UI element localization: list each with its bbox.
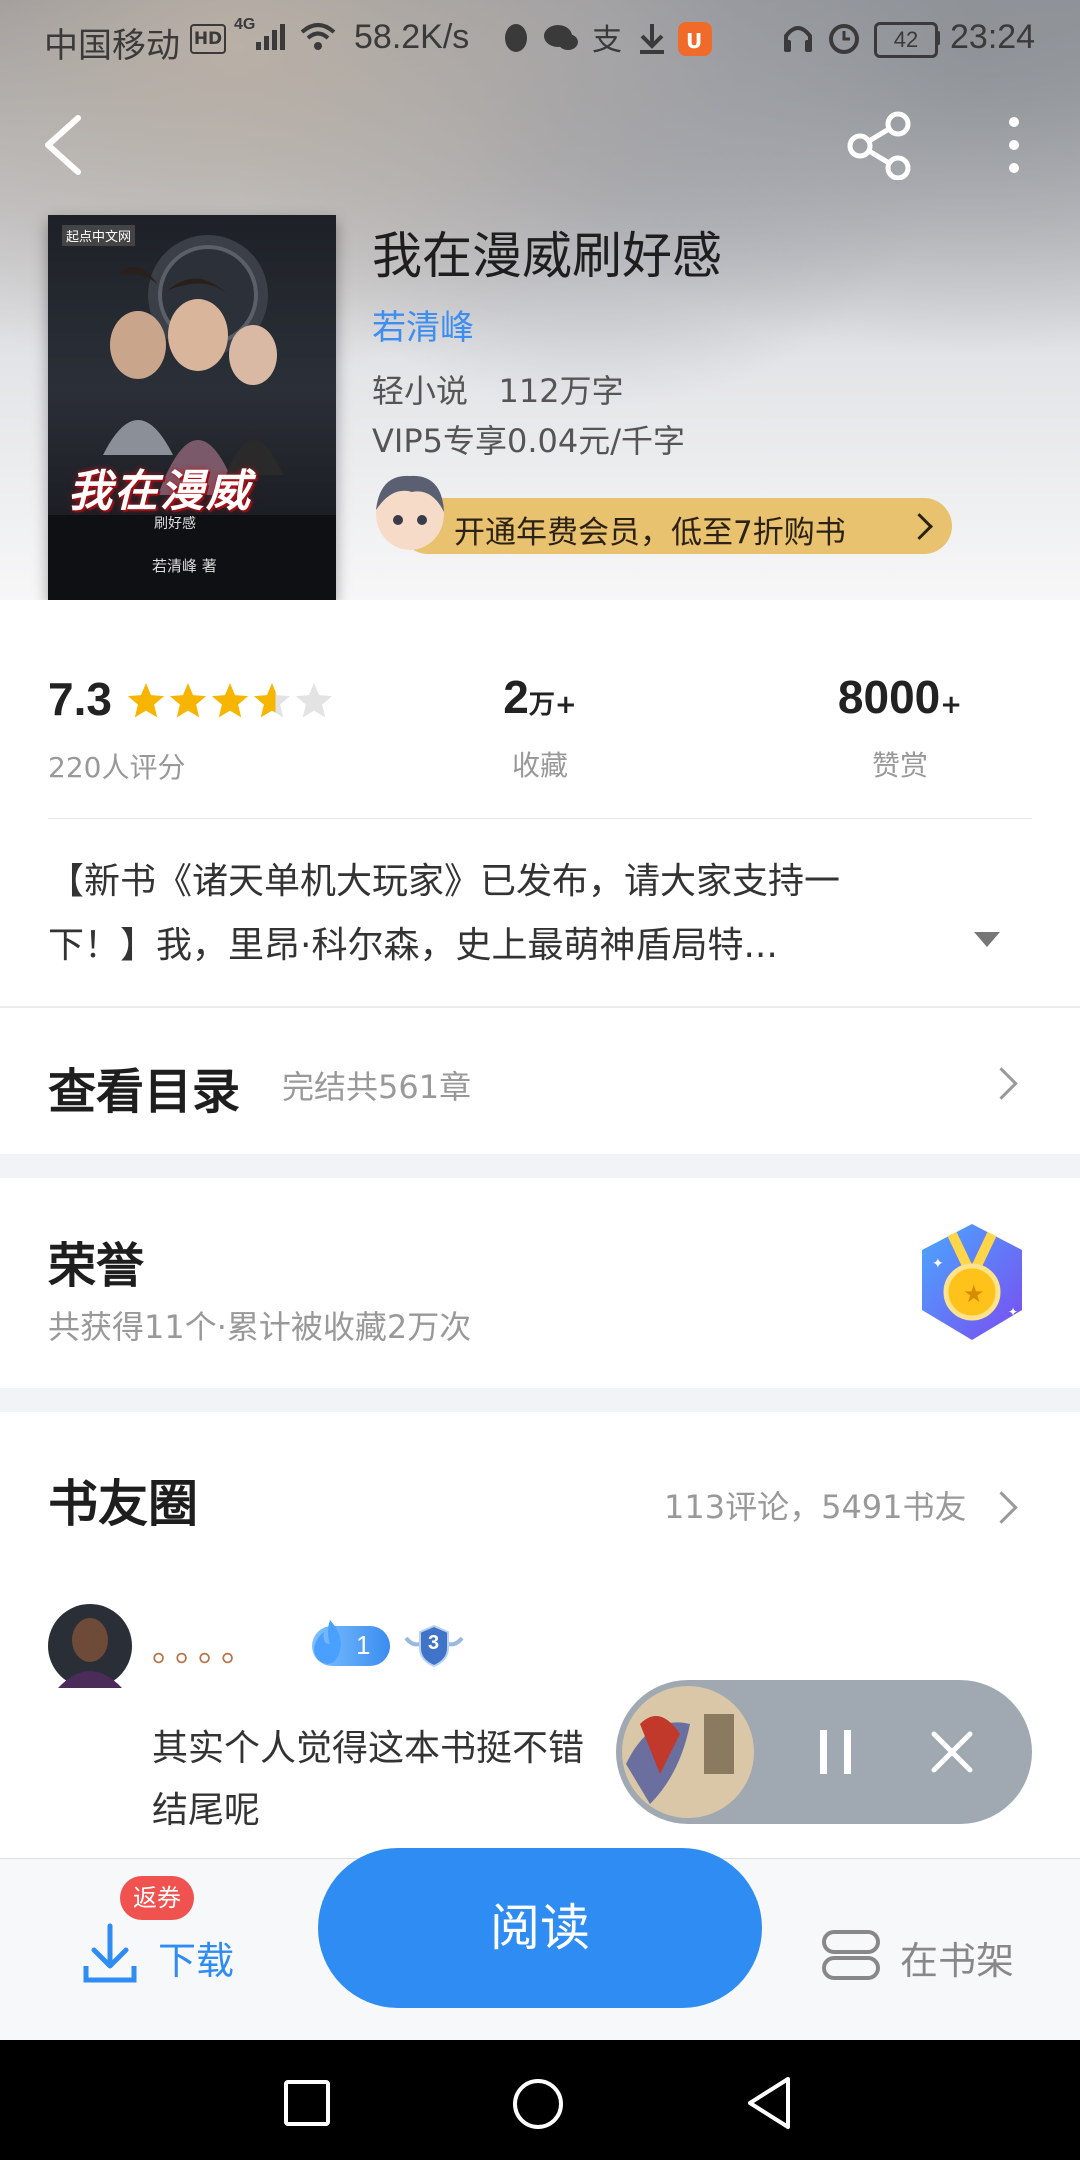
- svg-text:U: U: [686, 29, 702, 53]
- book-header: 中国移动 HD 4G 58.2K/s 支 U 42 23:24 起点中文网 我在…: [0, 0, 1080, 600]
- star-icon: [169, 683, 207, 718]
- status-right-icons: [784, 24, 859, 54]
- wechat-icon: [544, 25, 578, 50]
- catalog-row[interactable]: 查看目录 完结共561章: [0, 1008, 1080, 1154]
- description-line-2: 下！】我，里昂·科尔森，史上最萌神盾局特...: [48, 925, 778, 966]
- download-label: 下载: [158, 1939, 235, 1983]
- system-navigation-bar: [0, 2040, 1080, 2160]
- catalog-info: 完结共561章: [282, 1068, 472, 1106]
- favorites-number: 2: [503, 671, 529, 723]
- bookshelf-icon: [822, 1930, 880, 1980]
- star-icon: [211, 683, 249, 718]
- read-label: 阅读: [490, 1899, 590, 1957]
- honor-info: 共获得11个·累计被收藏2万次: [48, 1308, 472, 1346]
- circle-title: 书友圈: [48, 1474, 198, 1533]
- svg-text:★: ★: [963, 1280, 985, 1308]
- coupon-badge: 返券: [120, 1876, 194, 1920]
- chevron-right-icon: [985, 1067, 1018, 1100]
- rewards-label: 赞赏: [871, 749, 928, 782]
- svg-text:✦: ✦: [1008, 1305, 1018, 1319]
- carrier-label: 中国移动: [44, 27, 180, 65]
- cover-subtitle: 刷好感: [154, 516, 196, 532]
- book-meta: 轻小说 112万字: [372, 372, 624, 410]
- back-arrow-icon[interactable]: [36, 110, 92, 180]
- comment-username[interactable]: 。。。。: [152, 1622, 261, 1671]
- chevron-right-icon[interactable]: [985, 1491, 1018, 1524]
- download-icon: [83, 1923, 137, 1983]
- rating-score: 7.3: [48, 673, 112, 725]
- favorites-stat: 2万+: [440, 670, 640, 724]
- more-vertical-icon[interactable]: [996, 110, 1032, 180]
- pause-icon[interactable]: [812, 1726, 860, 1778]
- badge-level: 3: [428, 1632, 440, 1654]
- honor-title: 荣誉: [48, 1238, 145, 1294]
- player-cover-thumbnail[interactable]: [620, 1684, 756, 1820]
- rewards-number: 8000: [837, 671, 941, 723]
- recents-icon[interactable]: [282, 2078, 332, 2128]
- rewards-stat: 8000+: [800, 670, 1000, 724]
- star-icon: [253, 683, 291, 718]
- catalog-title: 查看目录: [48, 1064, 241, 1120]
- bookshelf-button[interactable]: 在书架: [820, 1920, 1050, 2000]
- network-type: 4G: [234, 16, 256, 33]
- favorites-unit: 万+: [528, 690, 577, 720]
- download-button[interactable]: 下载: [82, 1920, 262, 2000]
- star-icon: [295, 683, 333, 718]
- audio-mini-player[interactable]: [616, 1680, 1032, 1824]
- favorites-label: 收藏: [511, 749, 568, 782]
- promo-chevron-icon: [906, 513, 933, 540]
- back-nav-icon[interactable]: [744, 2074, 796, 2132]
- honor-section[interactable]: 荣誉 共获得11个·累计被收藏2万次 ★ ✦ ✦: [0, 1178, 1080, 1388]
- medal-icon: ★ ✦ ✦: [922, 1224, 1022, 1340]
- author-link[interactable]: 若清峰: [372, 300, 474, 349]
- share-icon[interactable]: [846, 110, 918, 180]
- headset-icon: [784, 26, 812, 52]
- description-line-1: 【新书《诸天单机大玩家》已发布，请大家支持一: [48, 861, 841, 902]
- cover-author: 若清峰 著: [152, 557, 217, 575]
- notification-icons: 支 U: [505, 22, 712, 56]
- book-title: 我在漫威刷好感: [372, 227, 722, 285]
- divider: [48, 818, 1032, 819]
- vip-promo-banner[interactable]: 开通年费会员，低至7折购书: [400, 498, 952, 554]
- cover-illustration: [48, 235, 336, 600]
- rating-count: 220人评分: [48, 751, 186, 784]
- clock: 23:24: [950, 18, 1036, 56]
- rewards-unit: +: [940, 690, 963, 720]
- alipay-icon: 支: [592, 23, 622, 56]
- user-avatar[interactable]: [48, 1604, 132, 1688]
- vip-price: VIP5专享0.04元/千字: [372, 422, 686, 460]
- circle-summary[interactable]: 113评论，5491书友: [664, 1482, 967, 1528]
- stats-section: 7.3 220人评分 2万+ 收藏 8000+ 赞赏 【新书《诸天单机大玩家》已…: [0, 600, 1080, 1008]
- flame-icon: [314, 1620, 341, 1664]
- qq-icon: [505, 24, 527, 52]
- battery-icon: 42: [874, 22, 938, 58]
- bookshelf-label: 在书架: [900, 1939, 1015, 1983]
- svg-text:支: 支: [592, 23, 622, 56]
- star-icon: [127, 683, 165, 718]
- cover-title: 我在漫威: [68, 466, 252, 517]
- battery-tip: [935, 31, 940, 45]
- uc-browser-icon: U: [678, 22, 712, 56]
- rating-stars: [127, 683, 333, 718]
- alarm-icon: [829, 24, 859, 54]
- download-status-icon: [640, 24, 664, 54]
- vip-promo-text: 开通年费会员，低至7折购书: [454, 515, 846, 551]
- svg-text:✦: ✦: [932, 1256, 944, 1272]
- network-speed: 58.2K/s: [354, 18, 470, 56]
- book-description[interactable]: 【新书《诸天单机大玩家》已发布，请大家支持一 下！】我，里昂·科尔森，史上最萌神…: [48, 850, 1048, 978]
- fan-level-badge: 1: [312, 1620, 390, 1666]
- hd-icon: HD: [190, 24, 226, 54]
- fan-level: 1: [356, 1630, 371, 1660]
- book-cover[interactable]: 起点中文网 我在漫威 刷好感 若清峰 著: [48, 215, 336, 600]
- read-button[interactable]: 阅读: [318, 1848, 762, 2008]
- expand-down-icon[interactable]: [972, 930, 1002, 950]
- wifi-icon: [300, 23, 336, 50]
- home-icon[interactable]: [510, 2076, 566, 2132]
- mascot-avatar-icon: [376, 475, 444, 550]
- close-icon[interactable]: [928, 1728, 976, 1776]
- signal-icon: [256, 24, 285, 50]
